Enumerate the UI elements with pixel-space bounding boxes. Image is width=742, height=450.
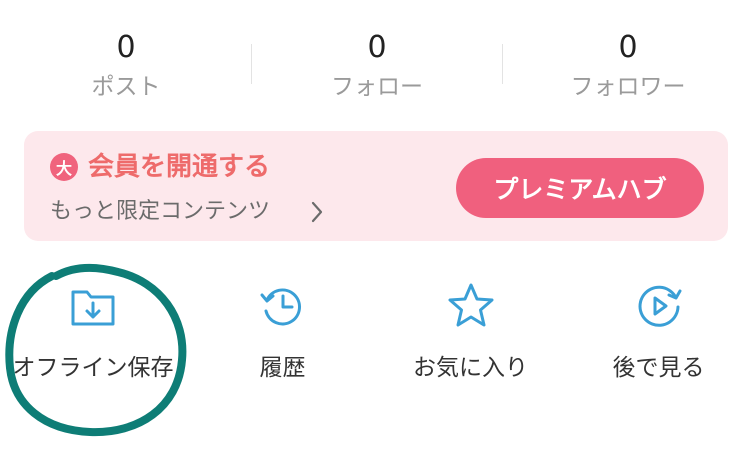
- premium-hub-button[interactable]: プレミアムハブ: [456, 158, 704, 218]
- folder-download-icon: [71, 290, 115, 326]
- stat-following[interactable]: 0 フォロー: [257, 28, 497, 104]
- stat-posts-value: 0: [116, 30, 136, 65]
- star-icon: [448, 283, 493, 327]
- stat-following-label: フォロー: [331, 74, 423, 100]
- quick-action-label: 履歴: [259, 355, 306, 381]
- quick-action-favorites[interactable]: お気に入り: [378, 280, 563, 386]
- stat-divider: [502, 44, 503, 84]
- profile-stats: 0 ポスト 0 フォロー 0 フォロワー: [0, 28, 742, 108]
- membership-subtitle[interactable]: もっと限定コンテンツ: [50, 197, 270, 227]
- quick-action-label: オフライン保存: [12, 355, 174, 381]
- quick-action-watch-later[interactable]: 後で見る: [566, 280, 742, 386]
- quick-action-label: 後で見る: [612, 355, 705, 381]
- stat-posts[interactable]: 0 ポスト: [6, 28, 246, 104]
- stat-following-value: 0: [367, 30, 387, 65]
- quick-action-history[interactable]: 履歴: [190, 280, 375, 386]
- stat-divider: [251, 44, 252, 84]
- chevron-right-icon: [311, 201, 323, 223]
- stat-followers[interactable]: 0 フォロワー: [508, 28, 742, 104]
- stat-posts-label: ポスト: [91, 74, 161, 100]
- stat-followers-label: フォロワー: [570, 74, 686, 100]
- quick-actions: オフライン保存 履歴 お気に入り 後で見る: [0, 280, 742, 450]
- quick-action-offline-save[interactable]: オフライン保存: [8, 280, 178, 386]
- membership-badge-icon: 大: [50, 153, 78, 181]
- quick-action-label: お気に入り: [413, 355, 528, 381]
- stat-followers-value: 0: [618, 30, 638, 65]
- play-later-icon: [638, 285, 681, 327]
- membership-title: 会員を開通する: [88, 152, 271, 182]
- history-clock-icon: [260, 288, 301, 326]
- membership-banner[interactable]: 大 会員を開通する もっと限定コンテンツ プレミアムハブ: [24, 131, 728, 241]
